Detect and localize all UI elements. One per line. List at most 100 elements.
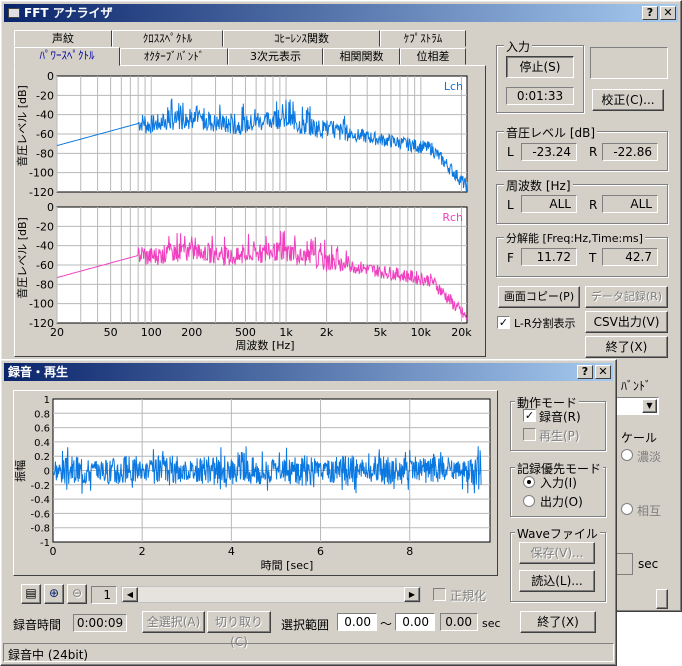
load-button[interactable]: 読込(L)... bbox=[519, 570, 595, 592]
chevron-down-icon[interactable]: ▼ bbox=[642, 399, 657, 413]
rch-grid bbox=[56, 206, 468, 324]
normalize-label: 正規化 bbox=[450, 589, 487, 603]
x-tick-label: 50 bbox=[104, 326, 118, 339]
tab-voiceprint[interactable]: 声紋 bbox=[14, 30, 112, 47]
y-tick-label: -120 bbox=[29, 186, 54, 199]
x-tick-label: 4 bbox=[228, 545, 235, 558]
shade-label: 濃淡 bbox=[637, 450, 662, 464]
tab-coherence[interactable]: ｺﾋｰﾚﾝｽ関数 bbox=[223, 30, 380, 47]
tab-cross-spectrum[interactable]: ｸﾛｽｽﾍﾟｸﾄﾙ bbox=[112, 30, 223, 47]
stop-button[interactable]: 停止(S) bbox=[506, 56, 574, 78]
rec-close-button[interactable]: 終了(X) bbox=[520, 611, 596, 633]
play-label: 再生(P) bbox=[539, 429, 580, 443]
tab-power-spectrum[interactable]: ﾊﾟﾜｰｽﾍﾟｸﾄﾙ bbox=[14, 47, 120, 66]
freq-l-value: ALL bbox=[521, 195, 577, 213]
record-label: 録音(R) bbox=[539, 410, 581, 424]
save-button[interactable]: 保存(V)... bbox=[519, 542, 595, 564]
y-tick-label: 0.6 bbox=[34, 424, 50, 435]
tab-label: ｺﾋｰﾚﾝｽ関数 bbox=[274, 32, 329, 45]
csv-export-button[interactable]: CSV出力(V) bbox=[585, 311, 668, 333]
tab-phase-diff[interactable]: 位相差 bbox=[400, 48, 466, 65]
tab-3d-view[interactable]: 3次元表示 bbox=[228, 48, 323, 65]
freq-r-value: ALL bbox=[602, 195, 658, 213]
zoom-in-icon[interactable]: ⊕ bbox=[44, 584, 64, 604]
y-tick-label: 0.4 bbox=[34, 438, 50, 449]
range-label: 選択範囲 bbox=[281, 618, 330, 632]
calibrate-button[interactable]: 校正(C)... bbox=[592, 89, 664, 111]
partial-button[interactable] bbox=[656, 589, 668, 609]
level-r-value: -22.86 bbox=[602, 143, 658, 161]
y-tick-label: -0.2 bbox=[30, 481, 50, 492]
record-play-window: 録音・再生 ? ✕ 1 0.8 0.6 0.4 0.2 0 -0.2 -0.4 -0.6 -0.8… bbox=[0, 359, 617, 666]
range-end-input[interactable]: 0.00 bbox=[395, 613, 435, 631]
tab-octave-band[interactable]: ｵｸﾀｰﾌﾞﾊﾞﾝﾄﾞ bbox=[120, 48, 228, 65]
page-field[interactable]: 1 bbox=[91, 586, 117, 604]
input-group-title: 入力 bbox=[504, 38, 533, 55]
play-checkbox[interactable] bbox=[523, 428, 536, 441]
y-tick-label: 0 bbox=[47, 201, 54, 214]
help-button[interactable]: ? bbox=[642, 6, 658, 20]
mutual-label: 相互 bbox=[637, 504, 662, 518]
y-tick-label: -0.4 bbox=[30, 495, 50, 506]
level-l-label: L bbox=[507, 145, 514, 159]
select-all-button[interactable]: 全選択(A) bbox=[142, 611, 205, 633]
mutual-radio[interactable] bbox=[621, 503, 633, 515]
res-t-value: 42.7 bbox=[602, 248, 658, 266]
close-icon[interactable]: ✕ bbox=[660, 6, 676, 20]
rec-help-button[interactable]: ? bbox=[577, 365, 593, 379]
input-radio[interactable] bbox=[523, 476, 535, 488]
wave-xlabel: 時間 [sec] bbox=[261, 559, 314, 572]
tab-label: 位相差 bbox=[416, 50, 450, 63]
y-tick-label: -60 bbox=[36, 259, 54, 272]
scroll-left-icon[interactable]: ◀ bbox=[122, 587, 138, 602]
y-tick-label: -40 bbox=[36, 109, 54, 122]
normalize-checkbox[interactable] bbox=[433, 588, 446, 601]
lr-split-checkbox[interactable]: ✓ bbox=[497, 316, 510, 329]
wave-ylabel: 振幅 bbox=[14, 460, 27, 482]
fit-view-icon[interactable]: ▤ bbox=[21, 584, 41, 604]
y-tick-label: -40 bbox=[36, 240, 54, 253]
fft-title-bar[interactable]: FFT アナライザ ? ✕ bbox=[4, 4, 678, 22]
output-radio-label: 出力(O) bbox=[540, 495, 583, 509]
output-radio[interactable] bbox=[523, 495, 535, 507]
screen-copy-button[interactable]: 画面コピー(P) bbox=[498, 286, 580, 308]
cut-button[interactable]: 切り取り(C) bbox=[207, 611, 271, 649]
record-checkbox[interactable]: ✓ bbox=[523, 409, 536, 422]
rec-time-value: 0:00:09 bbox=[73, 614, 127, 632]
rec-window-title: 録音・再生 bbox=[8, 365, 69, 379]
rch-label: Rch bbox=[442, 211, 463, 224]
tab-label: ｸﾛｽｽﾍﾟｸﾄﾙ bbox=[142, 32, 193, 45]
app-icon bbox=[8, 8, 20, 18]
fft-close-button[interactable]: 終了(X) bbox=[585, 336, 668, 358]
x-tick-label: 10k bbox=[411, 326, 432, 339]
blank-display bbox=[590, 47, 668, 79]
tab-label: ｹﾌﾟｽﾄﾗﾑ bbox=[403, 32, 443, 45]
fft-window-title: FFT アナライザ bbox=[24, 6, 113, 20]
x-tick-label: 0 bbox=[50, 545, 57, 558]
tab-cepstrum[interactable]: ｹﾌﾟｽﾄﾗﾑ bbox=[380, 30, 466, 47]
x-tick-label: 1k bbox=[279, 326, 293, 339]
freq-r-label: R bbox=[589, 198, 598, 212]
y-tick-label: -20 bbox=[36, 89, 54, 102]
range-start-input[interactable]: 0.00 bbox=[337, 613, 377, 631]
waveform-panel: 1 0.8 0.6 0.4 0.2 0 -0.2 -0.4 -0.6 -0.8 -1 0 2 4 6 8 振… bbox=[13, 390, 498, 576]
y-tick-label: -100 bbox=[29, 167, 54, 180]
status-bar: 録音中 (24bit) bbox=[3, 643, 614, 662]
rec-title-bar[interactable]: 録音・再生 ? ✕ bbox=[4, 363, 613, 381]
tab-correlation[interactable]: 相関関数 bbox=[323, 48, 400, 65]
input-radio-label: 入力(I) bbox=[540, 476, 577, 490]
waveform-scrollbar[interactable]: ◀ ▶ bbox=[121, 586, 421, 603]
x-tick-label: 5k bbox=[374, 326, 388, 339]
band-dropdown[interactable]: ▼ bbox=[611, 397, 659, 415]
res-f-label: F bbox=[507, 251, 514, 265]
elapsed-time: 0:01:33 bbox=[506, 87, 574, 105]
rec-close-icon[interactable]: ✕ bbox=[595, 365, 611, 379]
data-record-button[interactable]: データ記録(R) bbox=[585, 286, 668, 308]
y-tick-label: -100 bbox=[29, 298, 54, 311]
y-tick-label: -20 bbox=[36, 220, 54, 233]
shade-radio[interactable] bbox=[621, 449, 633, 461]
scroll-right-icon[interactable]: ▶ bbox=[404, 587, 420, 602]
zoom-out-icon[interactable]: ⊖ bbox=[67, 584, 87, 604]
sec-spinner[interactable] bbox=[615, 553, 633, 575]
spectrum-chart: Lch Rch 0 -20 -40 -60 -80 -100 -120 0 -20 -40 -60… bbox=[15, 70, 472, 352]
